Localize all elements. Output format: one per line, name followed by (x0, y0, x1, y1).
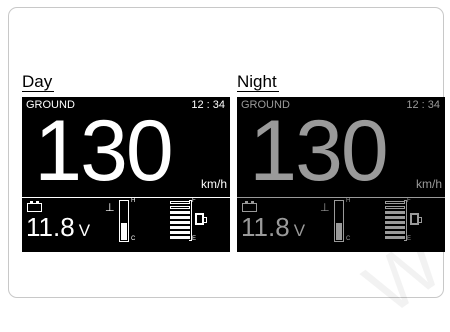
fuel-full-label: F (407, 198, 411, 204)
fuel-full-label: F (192, 198, 196, 204)
day-display-panel: GROUND 12 : 34 130 km/h 11.8 V ⊥ H C F E (22, 97, 230, 252)
divider-line (237, 197, 445, 198)
temp-cold-label: C (131, 236, 136, 242)
fuel-bar-segment (170, 221, 190, 224)
day-heading: Day (22, 72, 55, 92)
clock: 12 : 34 (191, 99, 225, 111)
divider-line (22, 197, 230, 198)
fuel-bar-segment (385, 211, 405, 214)
speed-value: 130 (34, 103, 174, 199)
speed-value: 130 (249, 103, 389, 199)
temp-gauge (334, 200, 344, 242)
clock: 12 : 34 (406, 99, 440, 111)
temp-cold-label: C (346, 236, 351, 242)
fuel-pump-icon (195, 213, 207, 225)
voltage-readout: 11.8 V (26, 212, 90, 246)
temp-gauge-fill (121, 222, 127, 240)
fuel-gauge-bracket (189, 200, 192, 241)
voltage-value: 11.8 (241, 212, 290, 242)
fuel-bar-segment (170, 236, 190, 239)
battery-icon (27, 201, 42, 212)
fuel-bar-segment (170, 226, 190, 229)
speed-unit: km/h (415, 177, 442, 191)
fuel-bar-segment (170, 206, 190, 209)
fuel-bar-segment (170, 216, 190, 219)
voltage-unit: V (293, 221, 306, 240)
voltage-readout: 11.8 V (241, 212, 305, 246)
night-heading: Night (237, 72, 279, 92)
fuel-gauge (170, 201, 190, 241)
voltage-unit: V (78, 221, 91, 240)
temp-hot-label: H (131, 198, 136, 204)
temp-gauge-fill (336, 222, 342, 240)
temp-hot-label: H (346, 198, 351, 204)
battery-icon (242, 201, 257, 212)
fuel-empty-label: E (192, 236, 197, 242)
coolant-temp-icon: ⊥ (320, 202, 330, 214)
fuel-bar-segment (170, 201, 190, 204)
speed-unit: km/h (200, 177, 227, 191)
coolant-temp-icon: ⊥ (105, 202, 115, 214)
fuel-bar-segment (170, 211, 190, 214)
fuel-bar-segment (385, 206, 405, 209)
fuel-bar-segment (385, 216, 405, 219)
voltage-value: 11.8 (26, 212, 75, 242)
fuel-bar-segment (170, 231, 190, 234)
fuel-bar-segment (385, 201, 405, 204)
temp-gauge (119, 200, 129, 242)
